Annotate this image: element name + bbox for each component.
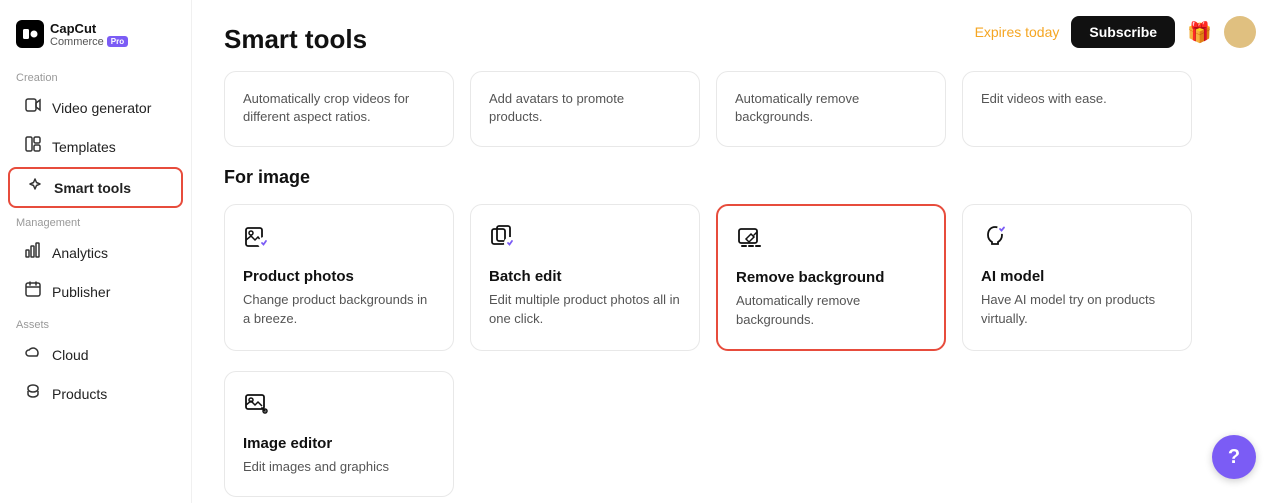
- app-logo: CapCut Commerce Pro: [0, 12, 191, 64]
- for-image-section-title: For image: [224, 167, 1248, 188]
- sidebar-item-publisher[interactable]: Publisher: [8, 273, 183, 310]
- logo-text: CapCut: [50, 21, 128, 36]
- card-desc: Automatically crop videos for different …: [243, 90, 435, 126]
- card-desc: Add avatars to promote products.: [489, 90, 681, 126]
- card-batch-edit[interactable]: Batch edit Edit multiple product photos …: [470, 204, 700, 350]
- pro-badge: Pro: [107, 36, 128, 47]
- card-desc: Edit multiple product photos all in one …: [489, 291, 681, 327]
- image-cards-row: Product photos Change product background…: [224, 204, 1248, 350]
- card-ai-model[interactable]: AI model Have AI model try on products v…: [962, 204, 1192, 350]
- image-editor-icon: [243, 390, 435, 425]
- publisher-icon: [24, 281, 42, 302]
- expires-text: Expires today: [975, 24, 1060, 40]
- sidebar-item-label: Smart tools: [54, 180, 131, 196]
- sidebar-item-smart-tools[interactable]: Smart tools: [8, 167, 183, 208]
- sidebar-item-analytics[interactable]: Analytics: [8, 234, 183, 271]
- card-title: Image editor: [243, 435, 435, 452]
- sidebar-item-cloud[interactable]: Cloud: [8, 336, 183, 373]
- analytics-icon: [24, 242, 42, 263]
- ai-model-icon: [981, 223, 1173, 258]
- batch-edit-icon: [489, 223, 681, 258]
- card-crop-video[interactable]: Automatically crop videos for different …: [224, 71, 454, 147]
- video-cards-row: Automatically crop videos for different …: [224, 71, 1248, 147]
- section-label-assets: Assets: [0, 311, 191, 335]
- help-icon: ?: [1228, 446, 1240, 469]
- card-desc: Change product backgrounds in a breeze.: [243, 291, 435, 327]
- header-bar: Expires today Subscribe 🎁: [975, 16, 1256, 48]
- logo-sub: Commerce Pro: [50, 36, 128, 48]
- sidebar-item-products[interactable]: Products: [8, 375, 183, 412]
- card-desc: Edit videos with ease.: [981, 90, 1173, 108]
- product-photos-icon: [243, 223, 435, 258]
- products-icon: [24, 383, 42, 404]
- sidebar-item-label: Analytics: [52, 245, 108, 261]
- section-label-management: Management: [0, 209, 191, 233]
- card-remove-bg-video[interactable]: Automatically remove backgrounds.: [716, 71, 946, 147]
- sidebar-item-label: Cloud: [52, 347, 89, 363]
- card-product-photos[interactable]: Product photos Change product background…: [224, 204, 454, 350]
- section-label-creation: Creation: [0, 64, 191, 88]
- sidebar-item-label: Products: [52, 386, 107, 402]
- card-image-editor[interactable]: Image editor Edit images and graphics: [224, 371, 454, 497]
- main-content: Expires today Subscribe 🎁 Smart tools Au…: [192, 0, 1280, 503]
- sidebar-item-label: Publisher: [52, 284, 110, 300]
- sidebar-item-label: Templates: [52, 139, 116, 155]
- card-desc: Automatically remove backgrounds.: [735, 90, 927, 126]
- subscribe-button[interactable]: Subscribe: [1071, 16, 1175, 48]
- smart-tools-icon: [26, 177, 44, 198]
- cloud-icon: [24, 344, 42, 365]
- gift-icon[interactable]: 🎁: [1187, 20, 1212, 45]
- help-button[interactable]: ?: [1212, 435, 1256, 479]
- sidebar-item-video-generator[interactable]: Video generator: [8, 89, 183, 126]
- card-remove-background[interactable]: Remove background Automatically remove b…: [716, 204, 946, 350]
- card-desc: Automatically remove backgrounds.: [736, 292, 926, 328]
- card-avatars[interactable]: Add avatars to promote products.: [470, 71, 700, 147]
- sidebar-item-templates[interactable]: Templates: [8, 128, 183, 165]
- sidebar: CapCut Commerce Pro Creation Video gener…: [0, 0, 192, 503]
- card-desc: Have AI model try on products virtually.: [981, 291, 1173, 327]
- remove-background-icon: [736, 224, 926, 259]
- video-generator-icon: [24, 97, 42, 118]
- bottom-cards-row: Image editor Edit images and graphics: [224, 371, 1248, 497]
- sidebar-item-label: Video generator: [52, 100, 151, 116]
- card-title: Remove background: [736, 269, 926, 286]
- card-title: Product photos: [243, 268, 435, 285]
- card-edit-video[interactable]: Edit videos with ease.: [962, 71, 1192, 147]
- avatar[interactable]: [1224, 16, 1256, 48]
- logo-icon: [16, 20, 44, 48]
- templates-icon: [24, 136, 42, 157]
- card-title: AI model: [981, 268, 1173, 285]
- card-desc: Edit images and graphics: [243, 458, 435, 476]
- card-title: Batch edit: [489, 268, 681, 285]
